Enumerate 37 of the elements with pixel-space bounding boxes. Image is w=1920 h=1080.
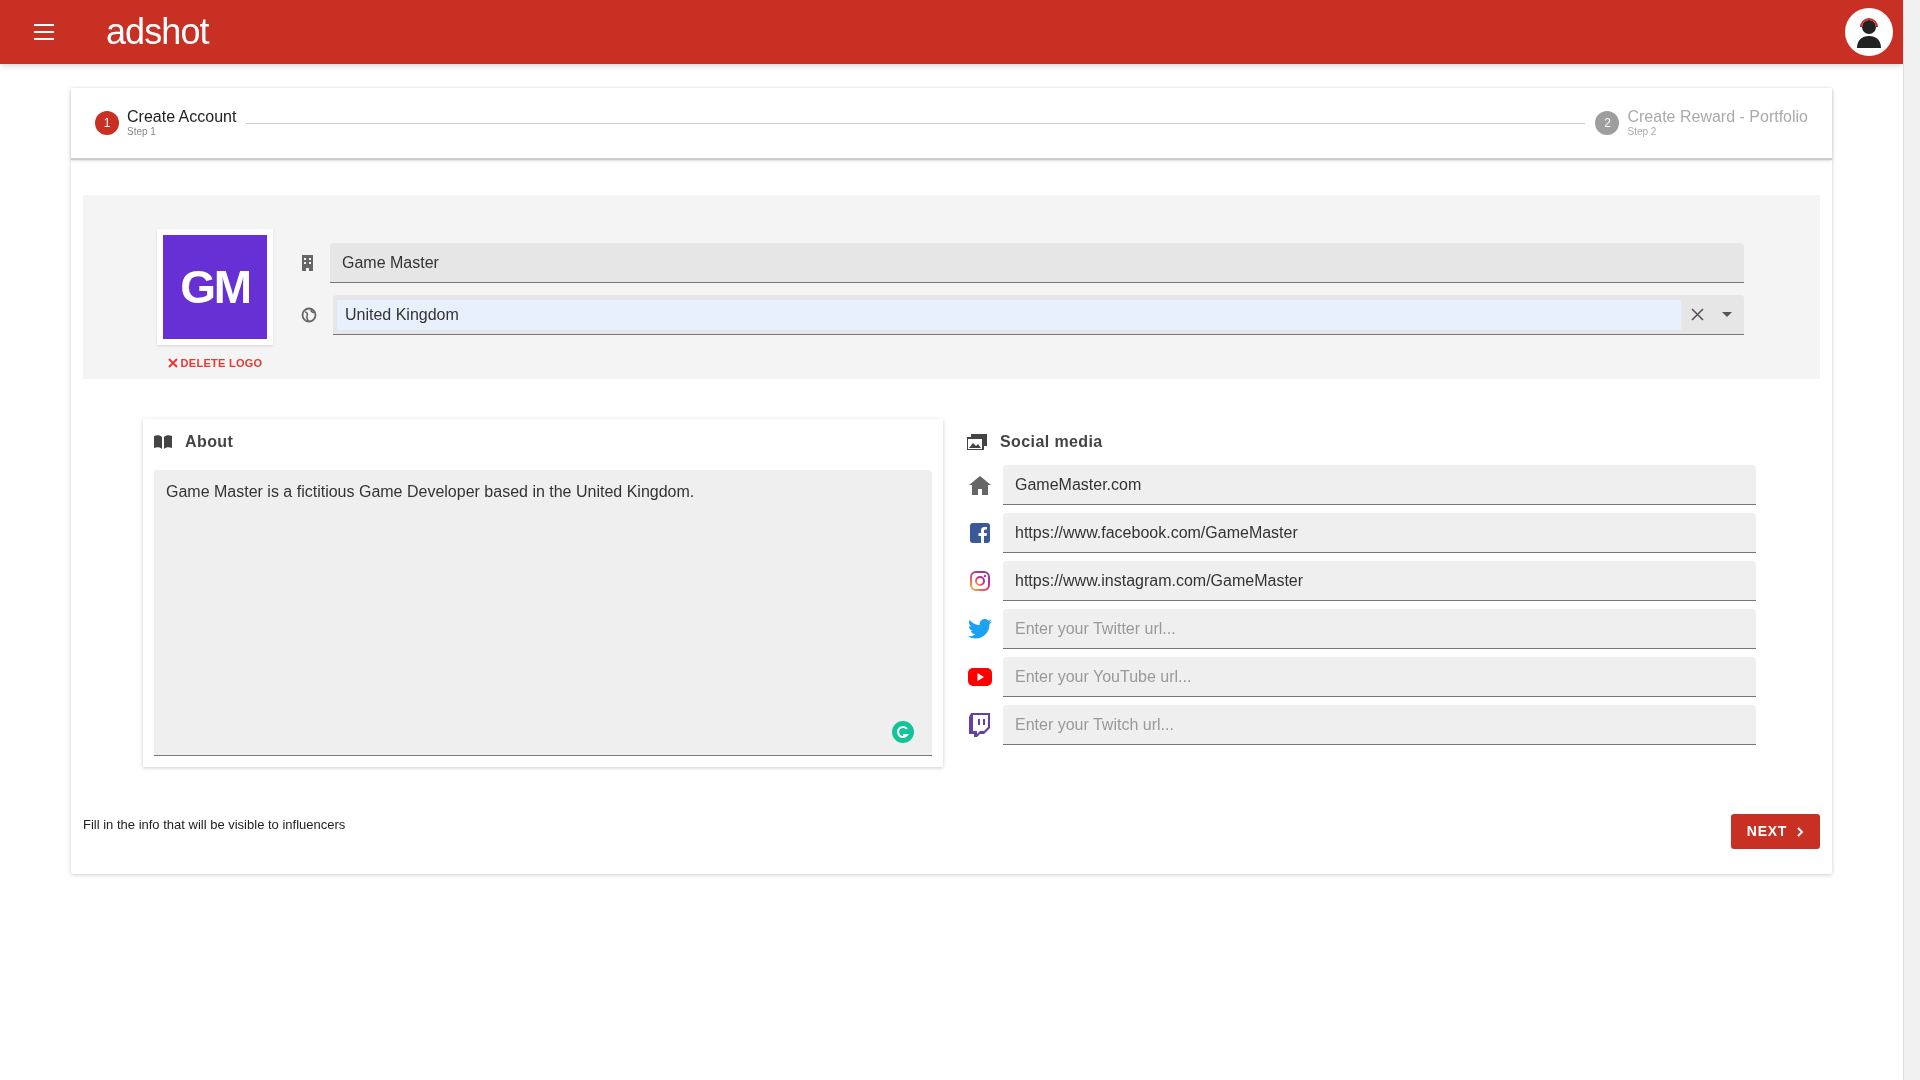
section-title: Social media xyxy=(1000,432,1103,452)
play-icon xyxy=(968,668,992,686)
photos-icon xyxy=(967,434,987,450)
menu-icon[interactable] xyxy=(34,24,54,40)
url-field[interactable]: Enter your YouTube url... xyxy=(1003,657,1756,697)
facebook-icon xyxy=(970,523,990,543)
step-number: 1 xyxy=(95,111,119,135)
chevron-right-icon xyxy=(1797,826,1804,837)
url-field[interactable]: GameMaster.com xyxy=(1003,465,1756,505)
building-icon xyxy=(301,255,314,271)
brand-logo: adshot xyxy=(106,14,209,50)
about-textarea[interactable]: Game Master is a fictitious Game Developer based in the United Kingdom. xyxy=(154,470,932,756)
grammar-check-icon xyxy=(892,721,914,743)
instagram-icon xyxy=(970,571,990,591)
url-field[interactable]: https://www.facebook.com/GameMaster xyxy=(1003,513,1756,553)
hint-text: Fill in the info that will be visible to influencers xyxy=(83,815,346,834)
country-select[interactable]: United Kingdom xyxy=(333,295,1744,335)
company-name-field[interactable]: Game Master xyxy=(330,243,1744,283)
book-icon xyxy=(154,435,172,449)
twitch-icon xyxy=(969,713,991,737)
about-text: Game Master is a fictitious Game Developer based in the United Kingdom. xyxy=(166,483,695,500)
url-field[interactable]: Enter your Twitch url... xyxy=(1003,705,1756,745)
home-icon xyxy=(968,475,992,495)
url-field[interactable]: https://www.instagram.com/GameMaster xyxy=(1003,561,1756,601)
company-logo: GM xyxy=(163,235,267,339)
delete-logo-button[interactable]: DELETE LOGO xyxy=(167,355,263,372)
avatar-icon[interactable] xyxy=(1845,8,1893,56)
step-number: 2 xyxy=(1595,111,1620,135)
dropdown-caret-icon[interactable] xyxy=(1722,312,1732,317)
next-button[interactable]: NEXT xyxy=(1730,814,1820,849)
section-title: About xyxy=(185,432,234,452)
bird-icon xyxy=(968,619,992,639)
clear-icon[interactable] xyxy=(1691,308,1704,321)
step[interactable]: 1 Create Account Step 1 xyxy=(95,109,237,137)
globe-icon xyxy=(301,307,317,323)
url-field[interactable]: Enter your Twitter url... xyxy=(1003,609,1756,649)
close-icon xyxy=(167,358,178,369)
